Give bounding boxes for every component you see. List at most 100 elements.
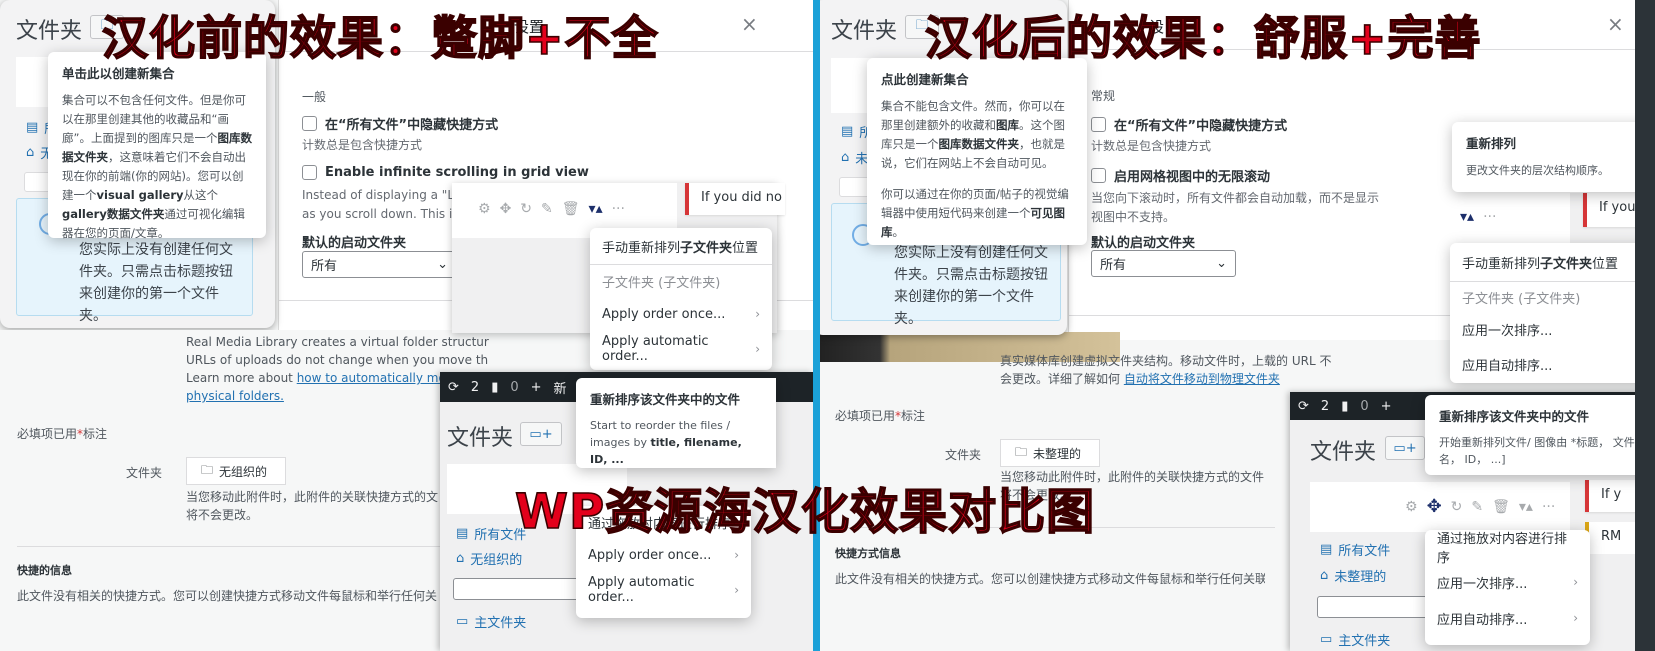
label-tail: 位置 (1592, 256, 1619, 272)
folders-title: 文件夹 (831, 19, 898, 44)
menu-item-apply-auto[interactable]: 应用自动排序... › (1425, 600, 1590, 636)
create-folder-button[interactable]: ▭+ (1385, 436, 1425, 460)
folder-search-input[interactable] (1317, 596, 1437, 618)
folder-picker[interactable]: 🗀 无组织的 (186, 457, 286, 485)
sort-icon[interactable]: ▾▴ (1519, 499, 1533, 515)
tooltip-body: 开始重新排列文件/ 图像由 *标题， 文件名， ID， ...] (1439, 436, 1635, 466)
tooltip-bold-text: gallery数据文件夹 (62, 207, 165, 221)
hide-shortcuts-checkbox[interactable] (302, 116, 317, 131)
folder-search-input[interactable] (453, 578, 583, 600)
caption-after: 汉化后的效果：舒服+完善 (924, 10, 1482, 66)
trash-icon[interactable]: 🗑 (1492, 499, 1510, 515)
tree-item-main-folder[interactable]: ▭ 主文件夹 (456, 612, 526, 631)
move-icon[interactable]: ✥ (1427, 496, 1442, 517)
more-icon[interactable]: ··· (612, 201, 625, 217)
refresh-icon[interactable]: ↻ (520, 201, 532, 217)
reorder-files-tooltip: 重新排序该文件夹中的文件 Start to reorder the files … (576, 378, 776, 468)
plus-icon[interactable]: + (531, 380, 542, 395)
menu-item-label: Apply automatic order... (588, 575, 695, 605)
close-icon[interactable]: × (741, 12, 758, 36)
folder-picker[interactable]: 🗀 未整理的 (1000, 439, 1100, 467)
folder-plus-icon: ▭+ (529, 426, 553, 442)
create-folder-button[interactable]: ▭+ (520, 422, 562, 446)
hide-shortcuts-checkbox[interactable] (1091, 117, 1106, 132)
updates-icon[interactable]: ⟳ (448, 380, 459, 395)
menu-item-apply-auto[interactable]: Apply automatic order... › (590, 331, 772, 367)
shortcut-info-desc: 此文件没有相关的快捷方式。您可以创建快捷方式移动文件每鼠标和举行任何关 (17, 589, 438, 603)
menu-item-apply-auto[interactable]: Apply automatic order... › (576, 572, 751, 608)
document-icon: ▤ (26, 120, 39, 135)
updates-count: 2 (470, 379, 480, 395)
folder-toolbar-area: ⚙ ✥ ↻ ✎ 🗑 ▾▴ ··· (1310, 482, 1570, 532)
menu-item-apply-auto[interactable]: 应用自动排序... › (1450, 346, 1655, 382)
gear-icon[interactable]: ⚙ (1405, 499, 1418, 515)
sort-icon[interactable]: ▾▴ (589, 201, 603, 217)
required-prefix: 必填项已用 (17, 427, 78, 441)
move-icon[interactable]: ✥ (500, 201, 512, 217)
updates-count: 2 (1320, 398, 1330, 414)
rml-learn-more-link[interactable]: 自动将文件移动到物理文件夹 (1124, 372, 1280, 386)
comments-count: 0 (510, 379, 519, 395)
hide-shortcuts-option[interactable]: 在“所有文件”中隐藏快捷方式 (302, 114, 498, 133)
sort-icon[interactable]: ▾▴ (1460, 209, 1474, 225)
chevron-right-icon: › (755, 342, 760, 356)
tooltip-title: 重新排列 (1466, 136, 1517, 151)
menu-item-apply-once[interactable]: 应用一次排序... › (1425, 564, 1590, 600)
tree-item-all-files[interactable]: ▤ 所有文件 (1320, 540, 1390, 559)
menu-item-apply-once[interactable]: Apply order once... › (590, 297, 772, 331)
infinite-scroll-label: Enable infinite scrolling in grid view (325, 165, 589, 180)
plus-icon[interactable]: + (1381, 399, 1392, 414)
label-tail: 位置 (732, 240, 759, 256)
folder-toolbar: ▾▴ ··· (1460, 209, 1496, 225)
folder-toolbar-window: ▾▴ ··· If you did no (1450, 193, 1655, 243)
infinite-scroll-option[interactable]: Enable infinite scrolling in grid view (302, 165, 589, 180)
comment-icon[interactable]: ▮ (491, 380, 498, 395)
infinite-scroll-desc-2: 视图中不支持。 (1091, 210, 1176, 224)
gear-icon[interactable]: ⚙ (478, 201, 491, 217)
menu-item-manual-reorder[interactable]: 手动重新排列子文件夹位置 (1450, 243, 1655, 281)
menu-item-manual-reorder[interactable]: 手动重新排列子文件夹位置 (590, 228, 772, 264)
required-note: 必填项已用*标注 (835, 407, 925, 424)
tree-item-unorganized[interactable]: ⌂ 未整理的 (1320, 566, 1386, 585)
default-folder-select[interactable]: 所有 ⌄ (1091, 250, 1236, 277)
infinite-scroll-option[interactable]: 启用网格视图中的无限滚动 (1091, 166, 1270, 185)
chevron-right-icon: › (734, 548, 739, 562)
tooltip-text: 。 (892, 225, 905, 239)
menu-item-apply-once[interactable]: 应用一次排序... › (1450, 312, 1655, 346)
folders-title: 文件夹 (447, 426, 514, 451)
hide-shortcuts-desc: 计数总是包含快捷方式 (302, 138, 423, 152)
menu-group-label: 子文件夹 (子文件夹) (1462, 291, 1581, 307)
refresh-icon[interactable]: ↻ (1451, 499, 1463, 515)
admin-sidebar-edge (1635, 0, 1655, 651)
pencil-icon[interactable]: ✎ (541, 201, 553, 217)
comments-count: 0 (1360, 398, 1369, 414)
updates-icon[interactable]: ⟳ (1298, 399, 1309, 414)
more-icon[interactable]: ··· (1542, 499, 1555, 515)
infinite-scroll-checkbox[interactable] (302, 165, 317, 180)
comment-icon[interactable]: ▮ (1341, 399, 1348, 414)
rml-desc-line: URLs of uploads do not change when you m… (186, 353, 489, 367)
pencil-icon[interactable]: ✎ (1471, 499, 1483, 515)
tree-item-unorganized[interactable]: ⌂ 无组织的 (456, 549, 522, 568)
menu-item-label: 通过拖放对内容进行排序 (1437, 532, 1568, 566)
menu-item-apply-once[interactable]: Apply order once... › (576, 538, 751, 572)
close-icon[interactable]: × (1607, 12, 1624, 36)
new-label[interactable]: 新 (554, 378, 567, 397)
shortcut-info-desc: 此文件没有相关的快捷方式。您可以创建快捷方式移动文件每鼠标和举行任何关联 (835, 572, 1265, 586)
default-folder-select[interactable]: 所有 ⌄ (302, 251, 457, 278)
tooltip-title: 重新排序该文件夹中的文件 (590, 392, 741, 407)
more-icon[interactable]: ··· (1483, 209, 1496, 225)
hide-shortcuts-desc: 计数总是包含快捷方式 (1091, 139, 1212, 153)
trash-icon[interactable]: 🗑 (562, 201, 580, 217)
home-icon: ⌂ (26, 145, 35, 160)
infinite-scroll-checkbox[interactable] (1091, 168, 1106, 183)
hide-shortcuts-option[interactable]: 在“所有文件”中隐藏快捷方式 (1091, 115, 1287, 134)
attachment-details: Real Media Library creates a virtual fol… (0, 330, 489, 651)
rml-desc-line: Real Media Library creates a virtual fol… (186, 335, 489, 349)
menu-item-drag-sort[interactable]: 通过拖放对内容进行排序 (1425, 530, 1590, 566)
rml-learn-more-link-2[interactable]: physical folders. (186, 389, 284, 403)
tree-item-main-folder[interactable]: ▭ 主文件夹 (1320, 630, 1390, 649)
menu-item-label: 手动重新排列子文件夹位置 (602, 237, 758, 256)
chevron-down-icon: ⌄ (1216, 256, 1227, 271)
folders-title: 文件夹 (16, 19, 83, 44)
